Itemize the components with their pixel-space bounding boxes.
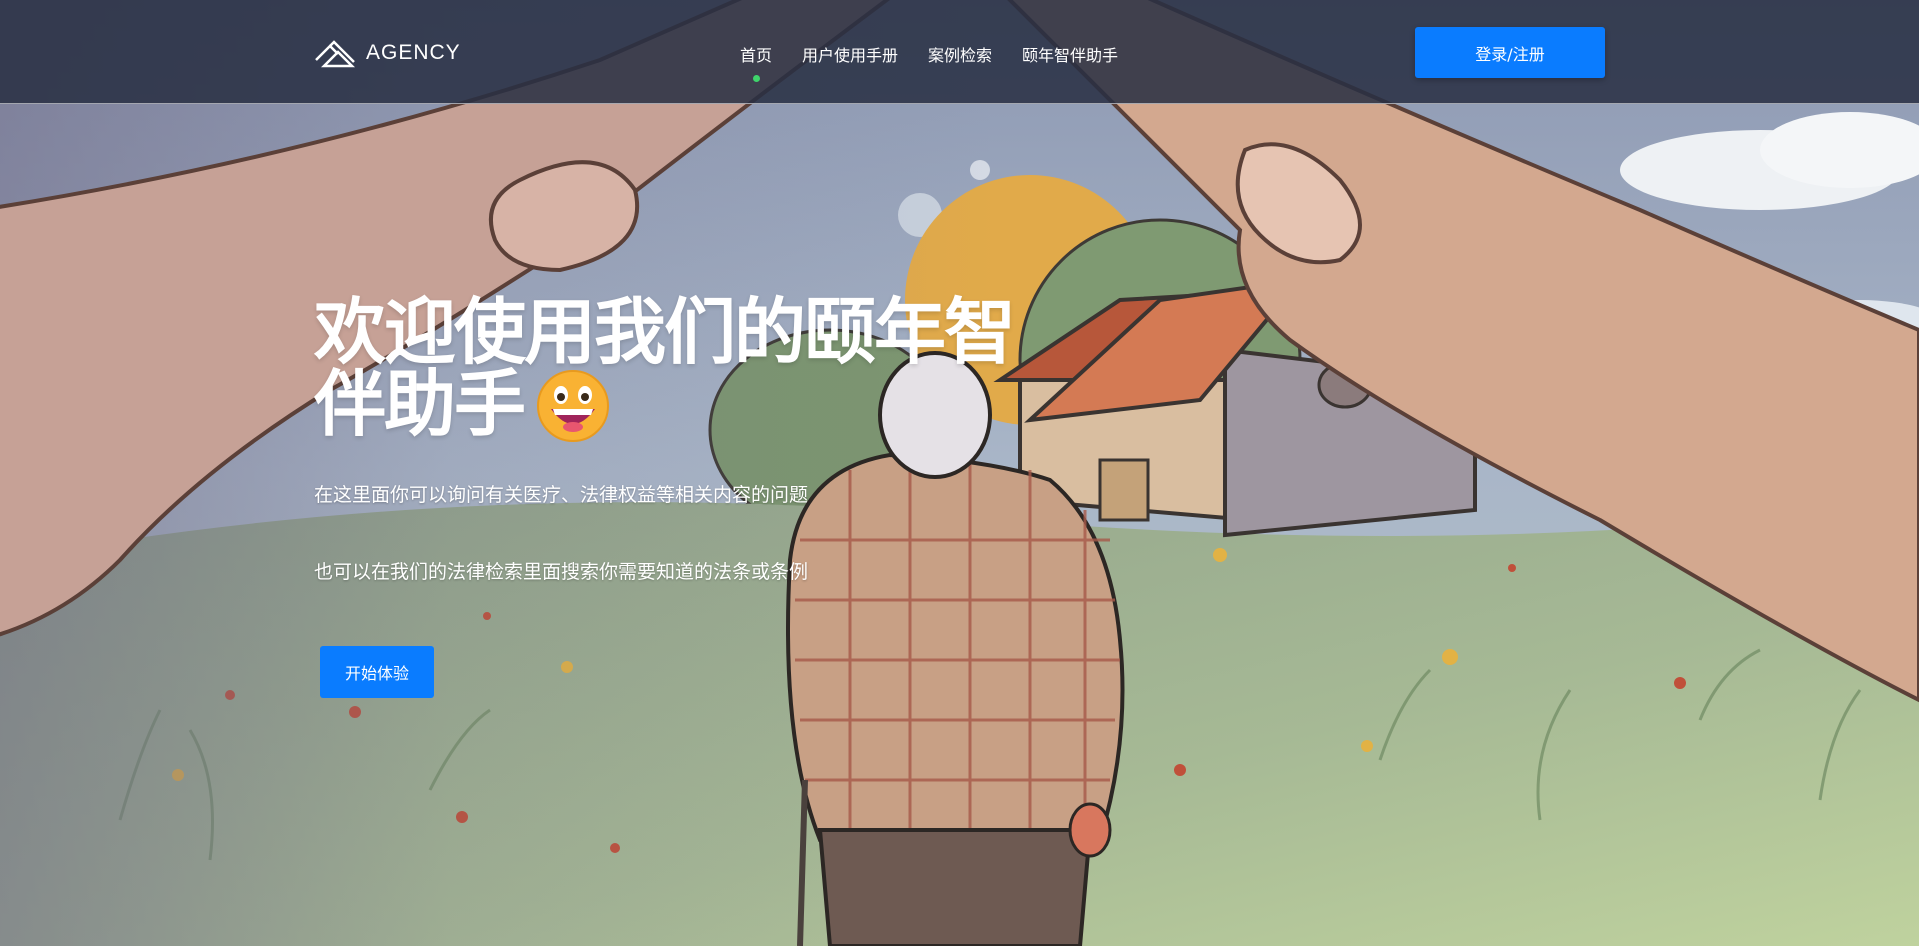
nav-item-label: 用户使用手册 — [802, 46, 899, 65]
main-nav: 首页 用户使用手册 案例检索 颐年智伴助手 — [740, 42, 1118, 82]
start-experience-button[interactable]: 开始体验 — [320, 646, 434, 698]
nav-item-user-manual[interactable]: 用户使用手册 — [802, 42, 898, 66]
nav-item-home[interactable]: 首页 — [740, 42, 773, 82]
hero-subtitle-1: 在这里面你可以询问有关医疗、法律权益等相关内容的问题 — [314, 484, 809, 506]
nav-item-case-search[interactable]: 案例检索 — [928, 42, 992, 66]
nav-item-label: 案例检索 — [928, 46, 993, 65]
logo-text: AGENCY — [366, 41, 461, 64]
nav-active-indicator — [753, 75, 760, 82]
hero-title: 欢迎使用我们的颐年智伴助手 — [314, 296, 1054, 443]
grinning-face-emoji-icon — [537, 370, 610, 442]
login-register-button[interactable]: 登录/注册 — [1415, 27, 1605, 78]
hero-background-illustration — [0, 0, 1919, 946]
nav-item-label: 颐年智伴助手 — [1022, 46, 1119, 65]
nav-item-label: 首页 — [740, 46, 773, 65]
nav-item-assistant[interactable]: 颐年智伴助手 — [1022, 42, 1118, 66]
logo[interactable]: AGENCY — [314, 36, 461, 70]
hero-title-text: 欢迎使用我们的颐年智伴助手 — [314, 290, 1016, 446]
hero-subtitle-2: 也可以在我们的法律检索里面搜索你需要知道的法条或条例 — [314, 561, 809, 583]
logo-icon — [315, 40, 356, 68]
top-navbar: AGENCY 首页 用户使用手册 案例检索 颐年智伴助手 登录/注册 — [0, 0, 1919, 104]
page: AGENCY 首页 用户使用手册 案例检索 颐年智伴助手 登录/注册 欢迎使用我… — [0, 0, 1919, 946]
